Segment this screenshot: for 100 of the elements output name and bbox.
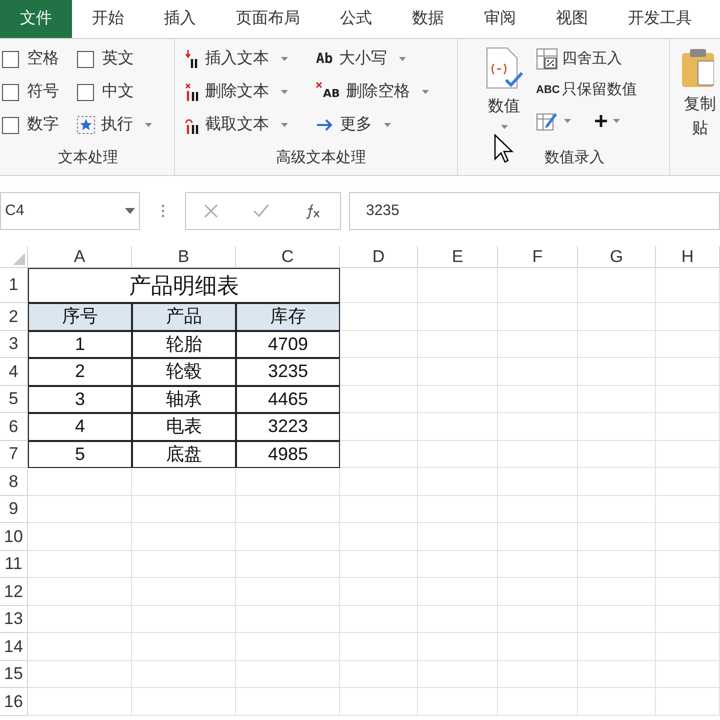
empty-cell[interactable] (236, 550, 340, 578)
empty-cell[interactable] (578, 440, 656, 468)
empty-cell[interactable] (132, 496, 236, 523)
empty-cell[interactable] (132, 468, 236, 496)
empty-cell[interactable] (340, 550, 418, 578)
row-header[interactable]: 12 (0, 578, 28, 606)
empty-cell[interactable] (656, 633, 720, 660)
ribbon-button[interactable]: ABC 只保留数值 (536, 78, 637, 102)
empty-cell[interactable] (656, 550, 720, 578)
empty-cell[interactable] (340, 688, 418, 716)
row-header[interactable]: 15 (0, 660, 28, 688)
row-header[interactable]: 2 (0, 303, 28, 330)
empty-cell[interactable] (340, 268, 418, 303)
empty-cell[interactable] (656, 496, 720, 523)
empty-cell[interactable] (498, 688, 578, 716)
empty-cell[interactable] (578, 358, 656, 386)
column-header[interactable]: E (418, 246, 498, 268)
row-header[interactable]: 9 (0, 496, 28, 523)
empty-cell[interactable] (656, 413, 720, 440)
column-header[interactable]: D (340, 246, 418, 268)
ribbon-tab[interactable]: 数据 (392, 0, 464, 38)
empty-cell[interactable] (340, 496, 418, 523)
empty-cell[interactable] (578, 496, 656, 523)
empty-cell[interactable] (418, 633, 498, 660)
empty-cell[interactable] (132, 633, 236, 660)
empty-cell[interactable] (578, 606, 656, 633)
checkbox[interactable] (77, 84, 94, 100)
column-header[interactable]: G (578, 246, 656, 268)
empty-cell[interactable] (656, 660, 720, 688)
empty-cell[interactable] (236, 496, 340, 523)
row-header[interactable]: 1 (0, 268, 28, 303)
row-header[interactable]: 11 (0, 550, 28, 578)
ribbon-tab[interactable]: 视图 (536, 0, 608, 38)
close-icon[interactable] (204, 204, 218, 218)
run-menu-button[interactable]: 执行 (77, 113, 167, 137)
column-header[interactable]: H (656, 246, 720, 268)
ribbon-tab[interactable]: 插入 (144, 0, 216, 38)
edit-table-button[interactable] (536, 111, 571, 131)
empty-cell[interactable] (578, 550, 656, 578)
empty-cell[interactable] (236, 688, 340, 716)
row-header[interactable]: 10 (0, 523, 28, 550)
menu-button[interactable]: 删除文本 (185, 80, 288, 104)
menu-button[interactable]: AB 删除空格 (316, 80, 429, 104)
column-header[interactable]: A (28, 246, 132, 268)
row-header[interactable]: 8 (0, 468, 28, 496)
empty-cell[interactable] (578, 633, 656, 660)
empty-cell[interactable] (498, 358, 578, 386)
empty-cell[interactable] (498, 660, 578, 688)
empty-cell[interactable] (418, 303, 498, 330)
empty-cell[interactable] (340, 440, 418, 468)
empty-cell[interactable] (236, 660, 340, 688)
ribbon-tab[interactable]: 页面布局 (216, 0, 320, 38)
menu-button[interactable]: Ab 大小写 (316, 47, 429, 71)
empty-cell[interactable] (578, 330, 656, 358)
empty-cell[interactable] (656, 523, 720, 550)
empty-cell[interactable] (418, 413, 498, 440)
empty-cell[interactable] (418, 660, 498, 688)
checkbox[interactable] (2, 116, 19, 134)
empty-cell[interactable] (656, 303, 720, 330)
empty-cell[interactable] (418, 606, 498, 633)
empty-cell[interactable] (656, 688, 720, 716)
empty-cell[interactable] (578, 413, 656, 440)
empty-cell[interactable] (340, 386, 418, 413)
empty-cell[interactable] (498, 268, 578, 303)
row-header[interactable]: 6 (0, 413, 28, 440)
empty-cell[interactable] (418, 578, 498, 606)
empty-cell[interactable] (578, 578, 656, 606)
empty-cell[interactable] (498, 330, 578, 358)
empty-cell[interactable] (132, 660, 236, 688)
empty-cell[interactable] (132, 688, 236, 716)
menu-button[interactable]: 插入文本 (185, 47, 288, 71)
empty-cell[interactable] (418, 358, 498, 386)
value-menu-button[interactable]: 数值 (480, 47, 528, 133)
ribbon-button[interactable]: 四舍五入 (536, 47, 637, 71)
row-header[interactable]: 3 (0, 330, 28, 358)
row-header[interactable]: 14 (0, 633, 28, 660)
empty-cell[interactable] (498, 633, 578, 660)
empty-cell[interactable] (132, 578, 236, 606)
empty-cell[interactable] (578, 268, 656, 303)
empty-cell[interactable] (656, 268, 720, 303)
empty-cell[interactable] (578, 468, 656, 496)
empty-cell[interactable] (498, 386, 578, 413)
empty-cell[interactable] (656, 330, 720, 358)
menu-button[interactable]: 截取文本 (185, 113, 288, 137)
empty-cell[interactable] (418, 440, 498, 468)
empty-cell[interactable] (578, 386, 656, 413)
empty-cell[interactable] (236, 523, 340, 550)
checkbox[interactable] (2, 84, 19, 100)
empty-cell[interactable] (498, 550, 578, 578)
column-header[interactable]: B (132, 246, 236, 268)
empty-cell[interactable] (418, 330, 498, 358)
empty-cell[interactable] (236, 578, 340, 606)
column-header[interactable]: F (498, 246, 578, 268)
checkbox[interactable] (77, 50, 94, 68)
formula-input[interactable]: 3235 (349, 192, 720, 230)
empty-cell[interactable] (498, 303, 578, 330)
empty-cell[interactable] (418, 468, 498, 496)
copy-paste-button[interactable]: 复制 贴 (684, 47, 720, 141)
empty-cell[interactable] (340, 578, 418, 606)
empty-cell[interactable] (340, 413, 418, 440)
